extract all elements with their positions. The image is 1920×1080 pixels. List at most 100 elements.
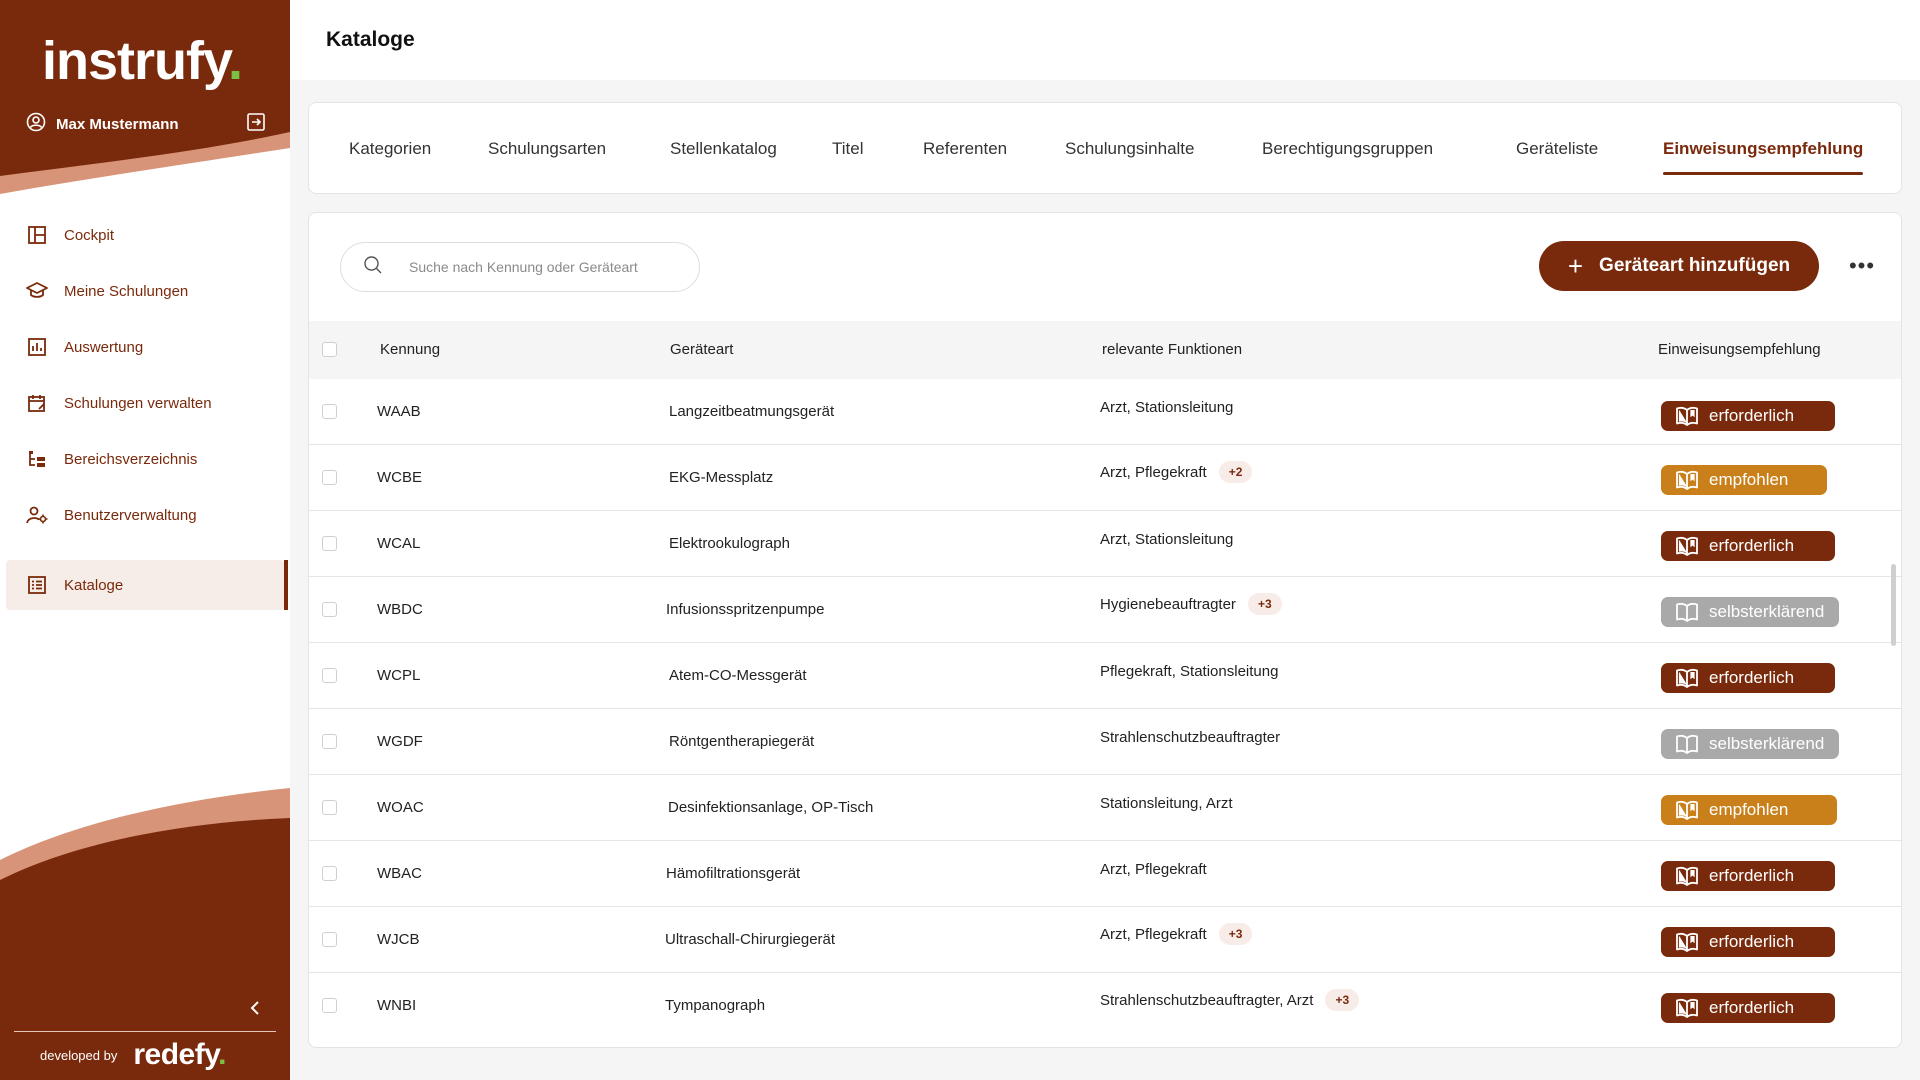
user-circle-icon — [26, 112, 46, 137]
column-header-kennung[interactable]: Kennung — [380, 341, 440, 358]
sidebar-item-auswertung[interactable]: Auswertung — [6, 322, 284, 372]
app-logo-text: instrufy — [42, 31, 229, 91]
row-checkbox[interactable] — [322, 866, 337, 881]
book-icon — [1675, 668, 1699, 688]
column-header-einweisungsempfehlung[interactable]: Einweisungsempfehlung — [1658, 341, 1821, 358]
sidebar-item-cockpit[interactable]: Cockpit — [6, 210, 284, 260]
table-row[interactable]: WJCB Ultraschall-Chirurgiegerät Arzt, Pf… — [309, 907, 1901, 973]
more-functions-badge[interactable]: +3 — [1247, 593, 1282, 615]
page-title: Kataloge — [326, 28, 415, 51]
sidebar-collapse-button[interactable] — [244, 999, 266, 1021]
recommendation-label: erforderlich — [1709, 406, 1795, 425]
book-icon — [1675, 800, 1699, 820]
cell-kennung: WNBI — [377, 997, 417, 1014]
row-checkbox[interactable] — [322, 404, 337, 419]
cell-kennung: WCBE — [377, 469, 422, 486]
logout-icon[interactable] — [246, 112, 266, 137]
column-header-funktionen[interactable]: relevante Funktionen — [1102, 341, 1242, 358]
more-options-icon: ••• — [1848, 253, 1876, 278]
sidebar-item-label: Auswertung — [64, 338, 144, 356]
cell-kennung: WJCB — [377, 931, 420, 948]
row-checkbox[interactable] — [322, 602, 337, 617]
calendar-edit-icon — [26, 392, 48, 414]
table-row[interactable]: WOAC Desinfektionsanlage, OP-Tisch Stati… — [309, 775, 1901, 841]
cell-geraeteart: Atem-CO-Messgerät — [669, 667, 807, 684]
cell-kennung: WBDC — [377, 601, 423, 618]
tab-titel[interactable]: Titel — [832, 139, 864, 175]
search-box[interactable] — [340, 242, 700, 292]
sidebar-item-benutzerverwaltung[interactable]: Benutzerverwaltung — [6, 490, 284, 540]
tab-schulungsinhalte[interactable]: Schulungsinhalte — [1065, 139, 1194, 175]
sidebar-item-label: Kataloge — [64, 576, 124, 594]
tab-schulungsarten[interactable]: Schulungsarten — [488, 139, 606, 175]
more-functions-badge[interactable]: +2 — [1218, 461, 1253, 483]
tab-geraeteliste[interactable]: Geräteliste — [1516, 139, 1598, 175]
row-checkbox[interactable] — [322, 668, 337, 683]
functions-text: Arzt, Pflegekraft — [1100, 463, 1207, 481]
tab-stellenkatalog[interactable]: Stellenkatalog — [670, 139, 777, 175]
tab-berechtigungsgruppen[interactable]: Berechtigungsgruppen — [1262, 139, 1433, 175]
hierarchy-icon — [26, 448, 48, 470]
more-functions-badge[interactable]: +3 — [1218, 923, 1253, 945]
search-input[interactable] — [409, 259, 679, 275]
cell-geraeteart: Infusionsspritzenpumpe — [666, 601, 825, 618]
redefy-logo-dot: . — [218, 1038, 227, 1071]
cell-funktionen: Arzt, Stationsleitung — [1100, 527, 1233, 551]
recommendation-label: selbsterklärend — [1709, 602, 1825, 621]
row-checkbox[interactable] — [322, 536, 337, 551]
row-checkbox[interactable] — [322, 998, 337, 1013]
more-functions-badge[interactable]: +3 — [1325, 989, 1360, 1011]
row-checkbox[interactable] — [322, 800, 337, 815]
cell-kennung: WCPL — [377, 667, 421, 684]
bar-chart-icon — [26, 336, 48, 358]
recommendation-label: empfohlen — [1709, 800, 1789, 819]
functions-text: Arzt, Pflegekraft — [1100, 925, 1207, 943]
functions-text: Strahlenschutzbeauftragter, Arzt — [1100, 991, 1314, 1009]
book-icon — [1675, 734, 1699, 754]
recommendation-label: erforderlich — [1709, 668, 1795, 687]
functions-text: Pflegekraft, Stationsleitung — [1100, 662, 1279, 680]
column-header-geraeteart[interactable]: Geräteart — [670, 341, 733, 358]
book-icon — [1675, 998, 1699, 1018]
recommendation-badge: erforderlich — [1661, 993, 1835, 1023]
cell-geraeteart: Elektrookulograph — [669, 535, 790, 552]
table-row[interactable]: WGDF Röntgentherapiegerät Strahlenschutz… — [309, 709, 1901, 775]
add-device-type-button[interactable]: + Geräteart hinzufügen — [1539, 241, 1819, 291]
cell-funktionen: Hygienebeauftragter +3 — [1100, 589, 1282, 619]
sidebar-item-kataloge[interactable]: Kataloge — [6, 560, 288, 610]
search-icon — [363, 255, 383, 280]
user-profile[interactable]: Max Mustermann — [26, 110, 266, 138]
select-all-checkbox[interactable] — [322, 342, 337, 357]
table-row[interactable]: WBDC Infusionsspritzenpumpe Hygienebeauf… — [309, 577, 1901, 643]
more-options-button[interactable]: ••• — [1847, 251, 1877, 281]
cell-kennung: WOAC — [377, 799, 424, 816]
row-checkbox[interactable] — [322, 470, 337, 485]
table-row[interactable]: WNBI Tympanograph Strahlenschutzbeauftra… — [309, 973, 1901, 1039]
table-row[interactable]: WCAL Elektrookulograph Arzt, Stationslei… — [309, 511, 1901, 577]
table-row[interactable]: WCBE EKG-Messplatz Arzt, Pflegekraft +2 … — [309, 445, 1901, 511]
table-row[interactable]: WAAB Langzeitbeatmungsgerät Arzt, Statio… — [309, 379, 1901, 445]
redefy-logo[interactable]: redefy. — [133, 1038, 226, 1072]
sidebar-item-schulungen-verwalten[interactable]: Schulungen verwalten — [6, 378, 284, 428]
book-icon — [1675, 932, 1699, 952]
functions-text: Hygienebeauftragter — [1100, 595, 1236, 613]
add-device-type-label: Geräteart hinzufügen — [1599, 255, 1791, 276]
sidebar-item-label: Bereichsverzeichnis — [64, 450, 198, 468]
row-checkbox[interactable] — [322, 734, 337, 749]
recommendation-label: erforderlich — [1709, 998, 1795, 1017]
table-scrollbar[interactable] — [1891, 564, 1896, 646]
recommendation-badge: empfohlen — [1661, 465, 1827, 495]
table-row[interactable]: WBAC Hämofiltrationsgerät Arzt, Pflegekr… — [309, 841, 1901, 907]
table-row[interactable]: WCPL Atem-CO-Messgerät Pflegekraft, Stat… — [309, 643, 1901, 709]
cell-funktionen: Strahlenschutzbeauftragter, Arzt +3 — [1100, 985, 1360, 1015]
sidebar-item-meine-schulungen[interactable]: Meine Schulungen — [6, 266, 284, 316]
sidebar-item-bereichsverzeichnis[interactable]: Bereichsverzeichnis — [6, 434, 284, 484]
sidebar-item-label: Schulungen verwalten — [64, 394, 212, 412]
cell-geraeteart: Langzeitbeatmungsgerät — [669, 403, 835, 420]
tab-referenten[interactable]: Referenten — [923, 139, 1007, 175]
tab-einweisungsempfehlung[interactable]: Einweisungsempfehlung — [1663, 139, 1864, 175]
cell-funktionen: Stationsleitung, Arzt — [1100, 791, 1233, 815]
row-checkbox[interactable] — [322, 932, 337, 947]
tab-kategorien[interactable]: Kategorien — [349, 139, 431, 175]
catalog-tabs: Kategorien Schulungsarten Stellenkatalog… — [308, 102, 1902, 194]
